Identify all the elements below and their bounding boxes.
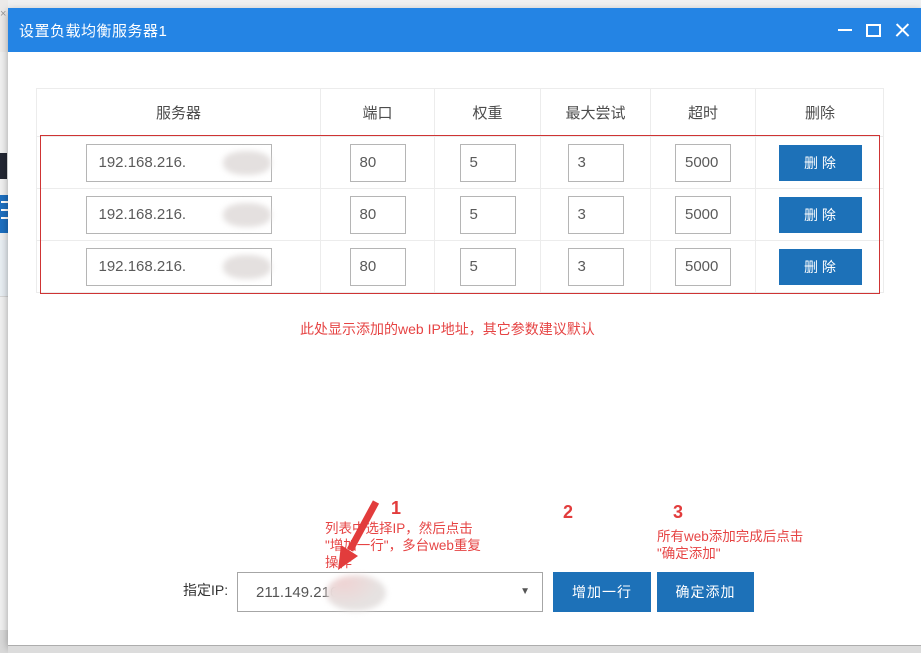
- confirm-add-button[interactable]: 确定添加: [657, 572, 754, 612]
- annotation-line: 操作: [325, 554, 481, 571]
- screen: × 设置负载均衡服务器1 服务器 端口 权重 最大尝试 超时 删: [0, 0, 921, 653]
- timeout-cell: [651, 137, 756, 188]
- close-icon: [895, 23, 910, 38]
- dialog-titlebar: 设置负载均衡服务器1: [8, 8, 921, 52]
- max-tries-cell: [541, 189, 651, 240]
- background-fragment: [0, 630, 8, 653]
- port-cell: [321, 189, 435, 240]
- minimize-button[interactable]: [830, 8, 859, 52]
- header-timeout: 超时: [651, 89, 756, 136]
- delete-cell: 删 除: [756, 241, 884, 292]
- max-tries-input[interactable]: [568, 144, 624, 182]
- weight-input[interactable]: [460, 248, 516, 286]
- header-delete: 删除: [756, 89, 884, 136]
- delete-cell: 删 除: [756, 137, 884, 188]
- timeout-cell: [651, 189, 756, 240]
- annotation-step1-number: 1: [391, 498, 401, 519]
- weight-input[interactable]: [460, 196, 516, 234]
- maximize-button[interactable]: [859, 8, 888, 52]
- background-window-edge: ×: [0, 0, 8, 653]
- weight-cell: [435, 241, 541, 292]
- port-input[interactable]: [350, 248, 406, 286]
- delete-row-button[interactable]: 删 除: [779, 249, 862, 285]
- close-button[interactable]: [888, 8, 917, 52]
- background-fragment: [8, 645, 921, 653]
- server-ip-input[interactable]: [86, 144, 272, 182]
- weight-cell: [435, 137, 541, 188]
- background-fragment: [0, 240, 8, 297]
- port-cell: [321, 137, 435, 188]
- weight-input[interactable]: [460, 144, 516, 182]
- port-cell: [321, 241, 435, 292]
- table-header-row: 服务器 端口 权重 最大尝试 超时 删除: [37, 89, 883, 136]
- server-table: 服务器 端口 权重 最大尝试 超时 删除 删 除: [36, 88, 884, 293]
- port-input[interactable]: [350, 196, 406, 234]
- header-port: 端口: [321, 89, 435, 136]
- delete-cell: 删 除: [756, 189, 884, 240]
- annotation-step2-number: 2: [563, 502, 573, 523]
- maximize-icon: [866, 24, 881, 37]
- port-input[interactable]: [350, 144, 406, 182]
- server-cell: [37, 137, 321, 188]
- server-ip-input[interactable]: [86, 196, 272, 234]
- background-fragment: [0, 153, 7, 179]
- ip-select-label: 指定IP:: [183, 580, 228, 600]
- timeout-cell: [651, 241, 756, 292]
- timeout-input[interactable]: [675, 196, 731, 234]
- header-weight: 权重: [435, 89, 541, 136]
- max-tries-cell: [541, 137, 651, 188]
- max-tries-input[interactable]: [568, 248, 624, 286]
- background-close-fragment: ×: [0, 8, 8, 22]
- annotation-step1-text: 列表中选择IP，然后点击 "增加一行"，多台web重复 操作: [325, 520, 481, 571]
- max-tries-cell: [541, 241, 651, 292]
- annotation-line: 所有web添加完成后点击: [657, 528, 803, 545]
- delete-row-button[interactable]: 删 除: [779, 197, 862, 233]
- minimize-icon: [838, 29, 852, 31]
- max-tries-input[interactable]: [568, 196, 624, 234]
- load-balancer-dialog: 设置负载均衡服务器1 服务器 端口 权重 最大尝试 超时 删除: [8, 8, 921, 645]
- annotation-line: "确定添加": [657, 545, 803, 562]
- annotation-line: 列表中选择IP，然后点击: [325, 520, 481, 537]
- timeout-input[interactable]: [675, 248, 731, 286]
- server-ip-input[interactable]: [86, 248, 272, 286]
- table-row: 删 除: [37, 136, 883, 188]
- table-row: 删 除: [37, 240, 883, 292]
- dialog-body: 服务器 端口 权重 最大尝试 超时 删除 删 除: [8, 52, 921, 645]
- server-cell: [37, 241, 321, 292]
- add-row-button[interactable]: 增加一行: [553, 572, 651, 612]
- annotation-step3-text: 所有web添加完成后点击 "确定添加": [657, 528, 803, 562]
- table-row: 删 除: [37, 188, 883, 240]
- delete-row-button[interactable]: 删 除: [779, 145, 862, 181]
- timeout-input[interactable]: [675, 144, 731, 182]
- weight-cell: [435, 189, 541, 240]
- server-cell: [37, 189, 321, 240]
- dropdown-arrow-icon: ▼: [520, 586, 530, 597]
- annotation-step3-number: 3: [673, 502, 683, 523]
- annotation-line: "增加一行"，多台web重复: [325, 537, 481, 554]
- window-controls: [830, 8, 917, 52]
- header-max-tries: 最大尝试: [541, 89, 651, 136]
- table-annotation-note: 此处显示添加的web IP地址，其它参数建议默认: [300, 319, 595, 339]
- ip-select-value: 211.149.216.: [238, 584, 342, 601]
- ip-select[interactable]: 211.149.216. ▼: [237, 572, 543, 612]
- header-server: 服务器: [37, 89, 321, 136]
- dialog-title: 设置负载均衡服务器1: [8, 20, 167, 41]
